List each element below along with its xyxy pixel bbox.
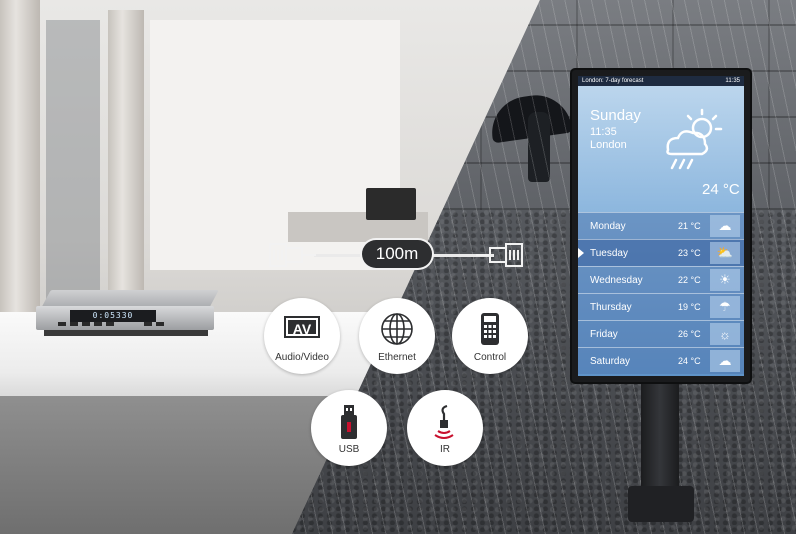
- rj45-connector-left-icon: [269, 243, 316, 267]
- current-time: 11:35: [590, 126, 617, 138]
- forecast-day: Saturday: [590, 355, 631, 367]
- forecast-row-selected: Tuesday 23 °C ⛅: [578, 239, 744, 266]
- background-monitor: [366, 188, 416, 220]
- forecast-temp: 23 °C: [678, 248, 701, 258]
- current-city: London: [590, 139, 627, 151]
- kiosk-base: [628, 486, 694, 522]
- forecast-temp: 24 °C: [678, 356, 701, 366]
- device-buttons-right: [144, 322, 166, 326]
- forecast-temp: 21 °C: [678, 221, 701, 231]
- cloud-icon: ☁: [710, 215, 740, 237]
- current-weather: Sunday 11:35 London 24 °C: [578, 86, 744, 212]
- forecast-row: Friday 26 °C ☼: [578, 320, 744, 347]
- forecast-day: Thursday: [590, 301, 632, 313]
- forecast-temp: 26 °C: [678, 329, 701, 339]
- rain-sun-cloud-icon: [666, 108, 723, 170]
- ir-sensor-icon: [434, 404, 454, 439]
- forecast-row: Wednesday 22 °C ☀: [578, 266, 744, 293]
- forecast-day: Monday: [590, 220, 626, 232]
- forecast-row: Thursday 19 °C ☂: [578, 293, 744, 320]
- screen-header: London: 7-day forecast 11:35: [578, 76, 744, 86]
- forecast-row: Saturday 24 °C ☁: [578, 347, 744, 374]
- current-temp: 24 °C: [702, 181, 740, 198]
- scene: 0:05330 London: 7-day forecast 11:35 Sun…: [0, 0, 796, 534]
- feature-ethernet: Ethernet: [359, 298, 435, 374]
- selection-marker-icon: [578, 248, 584, 258]
- kiosk-pole: [641, 380, 679, 496]
- forecast-day: Tuesday: [590, 247, 628, 259]
- feature-usb: USB: [311, 390, 387, 466]
- distance-label: 100m: [362, 240, 432, 268]
- forecast-day: Friday: [590, 328, 618, 340]
- forecast-temp: 22 °C: [678, 275, 701, 285]
- glass-partition: [46, 20, 100, 310]
- device-display: 0:05330: [70, 310, 156, 322]
- av-icon: AV: [284, 316, 320, 338]
- sun-icon: ☼: [710, 323, 740, 345]
- feature-label: Audio/Video: [275, 352, 329, 363]
- current-day: Sunday: [590, 107, 641, 124]
- forecast-day: Wednesday: [590, 274, 643, 286]
- screen-header-time: 11:35: [725, 78, 740, 84]
- globe-icon: [381, 313, 413, 345]
- screen-header-title: London: 7-day forecast: [582, 78, 644, 84]
- feature-label: Control: [473, 352, 507, 363]
- forecast-temp: 19 °C: [678, 302, 701, 312]
- feature-label: Ethernet: [378, 352, 416, 363]
- remote-control-icon: [481, 313, 499, 345]
- signage-screen: London: 7-day forecast 11:35 Sunday 11:3…: [578, 76, 744, 376]
- device-base: [44, 330, 208, 336]
- forecast-row: Monday 21 °C ☁: [578, 212, 744, 239]
- feature-ir: IR: [407, 390, 483, 466]
- feature-audio-video: AV Audio/Video: [264, 298, 340, 374]
- feature-label: IR: [440, 444, 450, 455]
- device-buttons: [58, 322, 118, 326]
- hdbaset-transmitter-box: 0:05330: [36, 290, 219, 338]
- feature-control: Control: [452, 298, 528, 374]
- feature-label: USB: [338, 444, 360, 455]
- pillar-left: [0, 0, 40, 320]
- rj45-connector-right-icon: [476, 243, 523, 267]
- pillar-mid: [108, 10, 144, 320]
- usb-drive-icon: [341, 405, 357, 439]
- drizzle-icon: ☁: [710, 350, 740, 372]
- sun-rain-icon: ☀: [710, 269, 740, 291]
- rain-cloud-icon: ☂: [710, 296, 740, 318]
- partly-sunny-icon: ⛅: [710, 242, 740, 264]
